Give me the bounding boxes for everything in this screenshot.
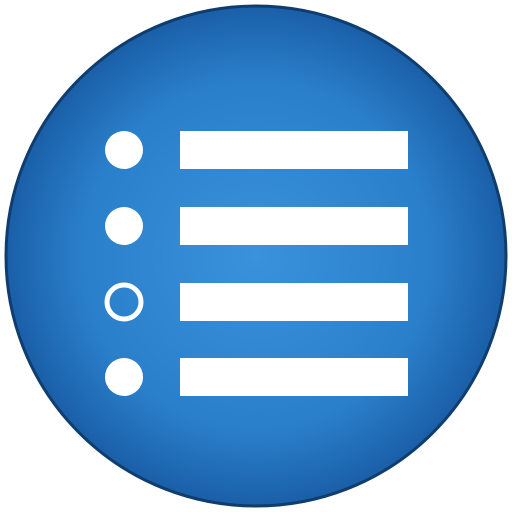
list-line-bar [180,131,408,169]
list-line-bar [180,283,408,321]
filled-bullet-icon [105,207,143,245]
filled-bullet-icon [105,131,143,169]
list-line-bar [180,358,408,396]
filled-bullet-icon [105,358,143,396]
app-icon [0,0,512,512]
icon-background-circle [4,4,508,508]
list-line-bar [180,207,408,245]
bulleted-list-icon [4,4,508,508]
